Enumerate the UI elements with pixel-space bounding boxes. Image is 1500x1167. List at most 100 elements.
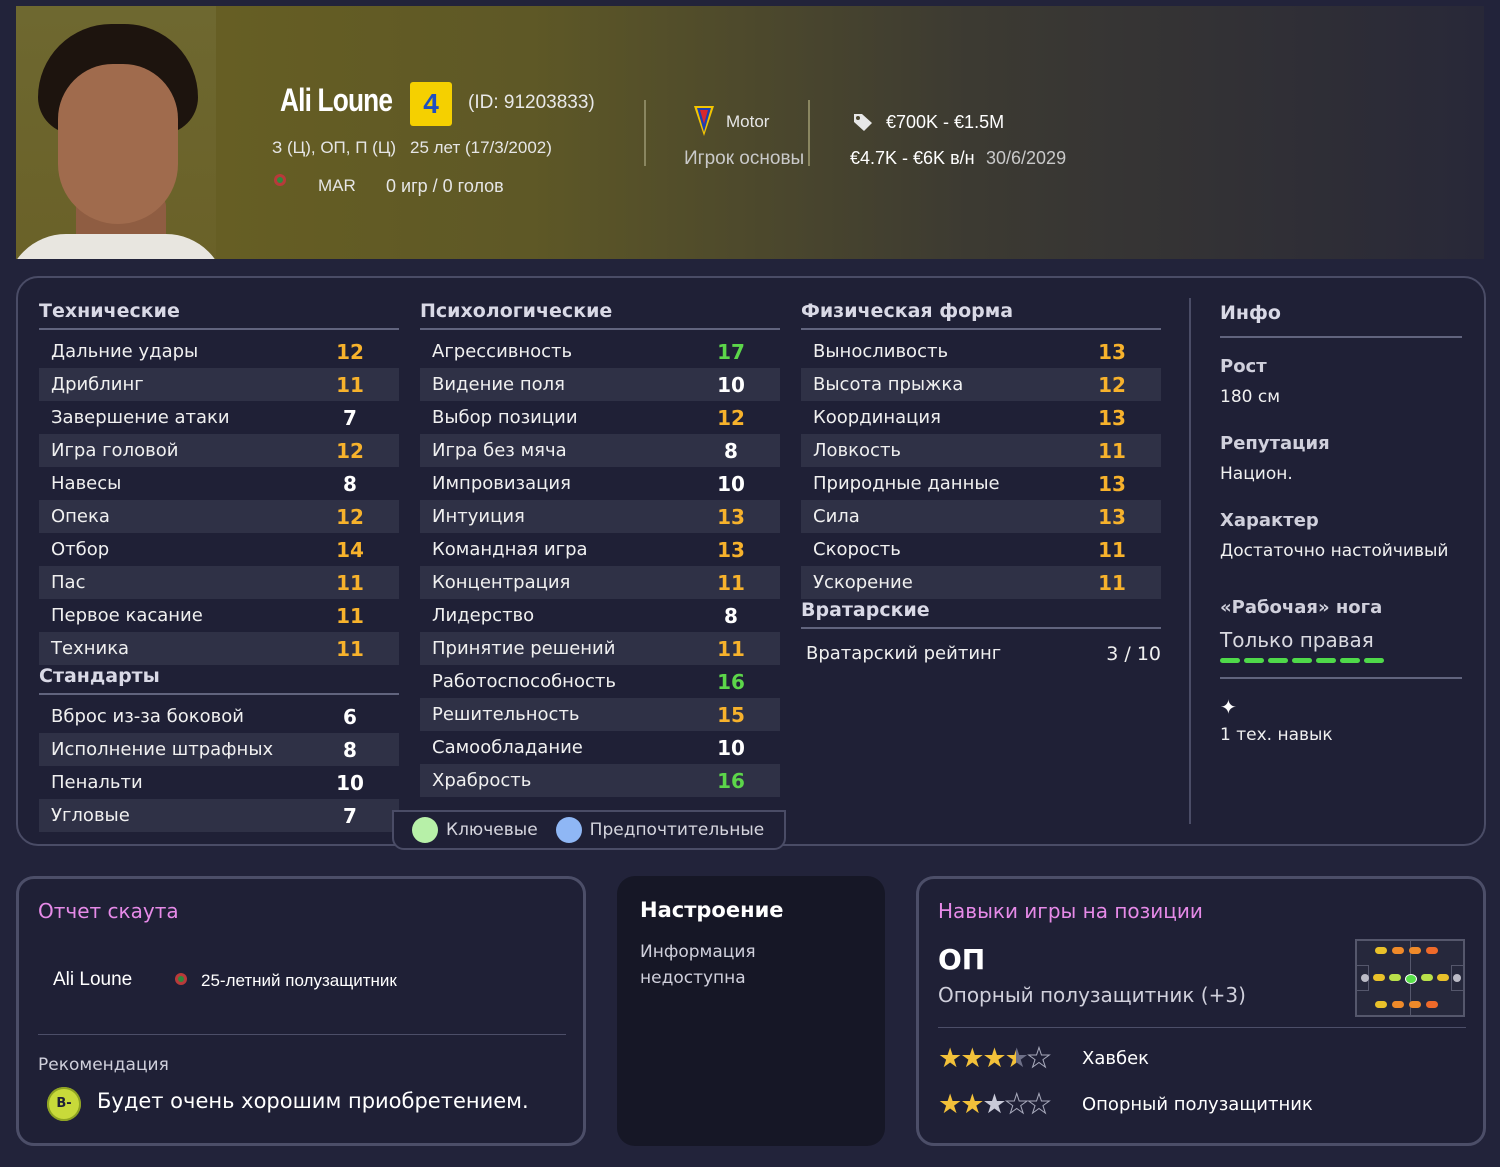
attribute-row[interactable]: Исполнение штрафных 8: [39, 733, 399, 766]
attribute-row[interactable]: Пенальти 10: [39, 766, 399, 799]
attribute-value: 14: [336, 537, 364, 562]
attribute-row[interactable]: Отбор 14: [39, 533, 399, 566]
attribute-label: Завершение атаки: [51, 407, 230, 428]
attribute-row[interactable]: Высота прыжка 12: [801, 368, 1161, 401]
attribute-value: 7: [343, 405, 357, 430]
attribute-row[interactable]: Скорость 11: [801, 533, 1161, 566]
scout-report-title: Отчет скаута: [38, 899, 179, 923]
traits-count[interactable]: 1 тех. навык: [1220, 725, 1462, 745]
attribute-label: Координация: [813, 407, 941, 428]
reputation-label: Репутация: [1220, 433, 1330, 454]
role-row-halfback[interactable]: ★★★★★ Хавбек: [938, 1043, 1150, 1075]
physical-list: Выносливость 13 Высота прыжка 12 Координация…: [801, 335, 1161, 599]
attribute-row[interactable]: Самообладание 10: [420, 731, 780, 764]
attribute-row[interactable]: Пас 11: [39, 566, 399, 599]
attribute-row[interactable]: Техника 11: [39, 632, 399, 665]
attribute-label: Вброс из-за боковой: [51, 706, 244, 727]
attribute-row[interactable]: Вброс из-за боковой 6: [39, 700, 399, 733]
attribute-value: 17: [717, 339, 745, 364]
goalkeeping-rating-row[interactable]: Вратарский рейтинг 3 / 10: [801, 637, 1161, 670]
attribute-label: Импровизация: [432, 473, 571, 494]
attribute-row[interactable]: Работоспособность 16: [420, 665, 780, 698]
legend-preferred-label: Предпочтительные: [589, 820, 765, 840]
attribute-row[interactable]: Опека 12: [39, 500, 399, 533]
role-row-defensive-midfielder[interactable]: ★★★★★ Опорный полузащитник: [938, 1089, 1313, 1121]
mood-info-line2: недоступна: [640, 968, 746, 988]
physical-title: Физическая форма: [801, 300, 1161, 330]
role-name: Хавбек: [1082, 1048, 1150, 1069]
position-pitch-diagram[interactable]: [1355, 939, 1465, 1017]
attribute-row[interactable]: Игра головой 12: [39, 434, 399, 467]
attribute-value: 13: [1098, 405, 1126, 430]
attribute-row[interactable]: Первое касание 11: [39, 599, 399, 632]
mood-title: Настроение: [640, 898, 784, 922]
attribute-value: 12: [336, 504, 364, 529]
preferred-attribute-dot: [555, 817, 582, 843]
attribute-label: Пенальти: [51, 772, 143, 793]
attribute-row[interactable]: Командная игра 13: [420, 533, 780, 566]
attribute-row[interactable]: Выбор позиции 12: [420, 401, 780, 434]
attribute-row[interactable]: Завершение атаки 7: [39, 401, 399, 434]
morocco-flag-icon: [175, 973, 187, 985]
attribute-row[interactable]: Координация 13: [801, 401, 1161, 434]
attribute-row[interactable]: Игра без мяча 8: [420, 434, 780, 467]
attribute-row[interactable]: Концентрация 11: [420, 566, 780, 599]
attribute-label: Агрессивность: [432, 341, 573, 362]
attribute-value: 6: [343, 704, 357, 729]
club-name[interactable]: Motor: [726, 112, 769, 132]
attribute-label: Игра головой: [51, 440, 179, 461]
attribute-row[interactable]: Сила 13: [801, 500, 1161, 533]
attribute-label: Дриблинг: [51, 374, 144, 395]
attribute-value: 11: [1098, 438, 1126, 463]
set-pieces-list: Вброс из-за боковой 6 Исполнение штрафных 8…: [39, 700, 399, 832]
recommendation-label: Рекомендация: [38, 1055, 169, 1075]
preferred-foot-label: «Рабочая» нога: [1220, 597, 1383, 618]
attribute-row[interactable]: Выносливость 13: [801, 335, 1161, 368]
attribute-row[interactable]: Интуиция 13: [420, 500, 780, 533]
header-divider: [808, 100, 810, 166]
attribute-value: 15: [717, 702, 745, 727]
technical-list: Дальние удары 12 Дриблинг 11 Завершение атак…: [39, 335, 399, 665]
attribute-label: Принятие решений: [432, 638, 616, 659]
player-nation[interactable]: MAR: [318, 176, 356, 196]
attribute-row[interactable]: Импровизация 10: [420, 467, 780, 500]
attribute-row[interactable]: Угловые 7: [39, 799, 399, 832]
attribute-label: Выносливость: [813, 341, 949, 362]
attribute-row[interactable]: Принятие решений 11: [420, 632, 780, 665]
attribute-label: Пас: [51, 572, 86, 593]
attribute-row[interactable]: Ловкость 11: [801, 434, 1161, 467]
attribute-label: Работоспособность: [432, 671, 616, 692]
attribute-value: 12: [717, 405, 745, 430]
attribute-label: Игра без мяча: [432, 440, 567, 461]
attribute-value: 13: [1098, 471, 1126, 496]
attribute-row[interactable]: Лидерство 8: [420, 599, 780, 632]
position-skills-title: Навыки игры на позиции: [938, 899, 1203, 923]
attribute-row[interactable]: Агрессивность 17: [420, 335, 780, 368]
position-code: ОП: [938, 943, 986, 976]
attribute-value: 11: [336, 636, 364, 661]
attribute-value: 12: [336, 438, 364, 463]
attribute-row[interactable]: Ускорение 11: [801, 566, 1161, 599]
attribute-row[interactable]: Решительность 15: [420, 698, 780, 731]
info-column: Инфо Рост 180 см Репутация Национ. Харак…: [1220, 300, 1462, 745]
attribute-label: Природные данные: [813, 473, 1000, 494]
player-name: Ali Loune: [280, 82, 393, 118]
attribute-row[interactable]: Навесы 8: [39, 467, 399, 500]
recommendation-text: Будет очень хорошим приобретением.: [97, 1089, 529, 1113]
attribute-value: 13: [1098, 339, 1126, 364]
attribute-label: Дальние удары: [51, 341, 199, 362]
attribute-row[interactable]: Природные данные 13: [801, 467, 1161, 500]
attribute-value: 13: [717, 537, 745, 562]
attribute-label: Видение поля: [432, 374, 565, 395]
attribute-row[interactable]: Видение поля 10: [420, 368, 780, 401]
goalkeeping-rating-label: Вратарский рейтинг: [806, 643, 1002, 664]
attribute-row[interactable]: Храбрость 16: [420, 764, 780, 797]
attribute-label: Скорость: [813, 539, 901, 560]
mental-title: Психологические: [420, 300, 780, 330]
attribute-row[interactable]: Дальние удары 12: [39, 335, 399, 368]
attribute-label: Интуиция: [432, 506, 525, 527]
attribute-value: 10: [336, 770, 364, 795]
attribute-row[interactable]: Дриблинг 11: [39, 368, 399, 401]
scout-player-name[interactable]: Ali Loune: [53, 969, 132, 991]
role-stars: ★★★★★: [938, 1089, 1052, 1121]
